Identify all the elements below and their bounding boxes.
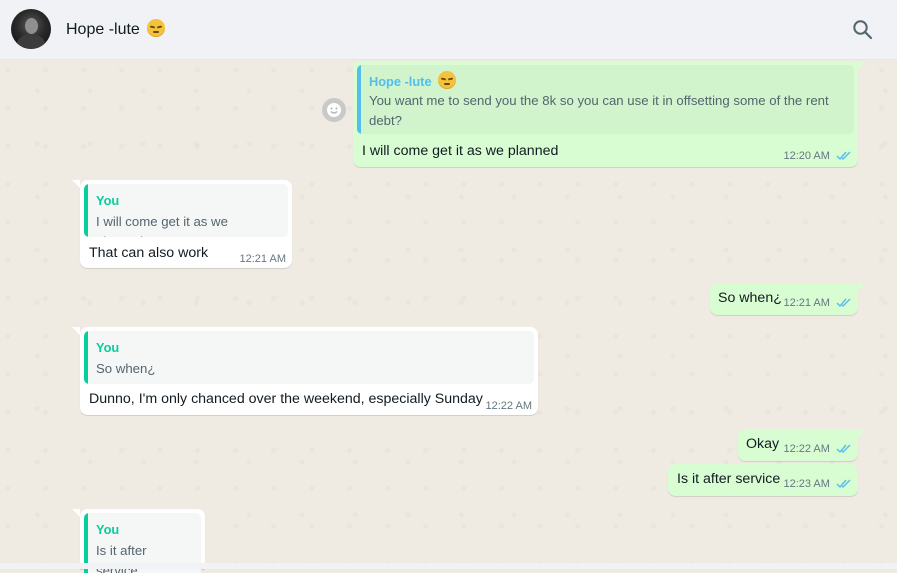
message-meta: 12:20 AM [783, 150, 852, 164]
quote-bar [84, 331, 88, 384]
contact-name[interactable]: Hope -lute [66, 19, 166, 39]
message-text: Okay [746, 436, 780, 452]
message-time: 12:21 AM [239, 253, 286, 265]
message-meta: 12:21 AM [783, 297, 852, 311]
message-bubble-incoming[interactable]: You Is it after service [72, 509, 205, 573]
avatar-face [25, 18, 38, 34]
quote-text: I will come get it as we planned [96, 214, 228, 237]
bubble-tail [72, 180, 80, 188]
message-bubble-outgoing[interactable]: Is it after service 12:23 AM [668, 464, 858, 496]
read-ticks-icon [836, 478, 852, 492]
avatar-shoulders [17, 34, 45, 49]
message-time: 12:22 AM [783, 443, 830, 455]
message-bubble-incoming[interactable]: You I will come get it as we planned Tha… [72, 180, 292, 268]
message-time: 12:22 AM [485, 400, 532, 412]
message-time: 12:21 AM [783, 297, 830, 309]
quote-bar [84, 184, 88, 237]
message-bubble-incoming[interactable]: You So when¿ Dunno, I'm only chanced ove… [72, 327, 538, 415]
composer-bar-edge [0, 563, 897, 569]
bubble-tail [72, 327, 80, 335]
pensive-face-emoji [438, 71, 457, 89]
react-emoji-button[interactable] [322, 98, 346, 122]
message-bubble-outgoing[interactable]: So when¿ 12:21 AM [710, 283, 866, 315]
message-text: Is it after service [677, 471, 781, 487]
message-bubble-outgoing[interactable]: Hope -lute You want me to send you the 8… [353, 61, 866, 167]
message-text: So when¿ [718, 290, 782, 306]
message-time: 12:23 AM [783, 478, 830, 490]
quote-text: So when¿ [96, 361, 156, 376]
message-text: I will come get it as we planned [362, 143, 559, 159]
bubble-tail [858, 429, 866, 437]
quote-text: You want me to send you the 8k so you ca… [369, 93, 829, 128]
quoted-message[interactable]: You I will come get it as we planned [84, 184, 288, 237]
read-ticks-icon [836, 150, 852, 164]
quote-bar [357, 65, 361, 134]
quote-author: You [96, 193, 120, 208]
quote-author: You [96, 340, 120, 355]
bubble-tail [72, 509, 80, 517]
read-ticks-icon [836, 297, 852, 311]
read-ticks-icon [836, 443, 852, 457]
quote-author-text: Hope -lute [369, 74, 432, 89]
search-icon[interactable] [852, 19, 874, 41]
contact-avatar[interactable] [11, 9, 51, 49]
message-bubble-outgoing[interactable]: Okay 12:22 AM [738, 429, 866, 461]
bubble-tail [858, 283, 866, 291]
quoted-message[interactable]: Hope -lute You want me to send you the 8… [357, 65, 854, 134]
quote-author: Hope -lute [369, 71, 457, 89]
quoted-message[interactable]: You So when¿ [84, 331, 534, 384]
message-text: That can also work [89, 245, 209, 261]
message-meta: 12:22 AM [783, 443, 852, 457]
quote-author: You [96, 522, 120, 537]
chat-header: Hope -lute [0, 0, 897, 60]
bubble-tail [858, 61, 866, 69]
message-time: 12:20 AM [783, 150, 830, 162]
contact-name-text: Hope -lute [66, 21, 140, 38]
message-text: Dunno, I'm only chanced over the weekend… [89, 391, 483, 407]
pensive-face-emoji [147, 19, 166, 37]
message-meta: 12:23 AM [783, 478, 852, 492]
